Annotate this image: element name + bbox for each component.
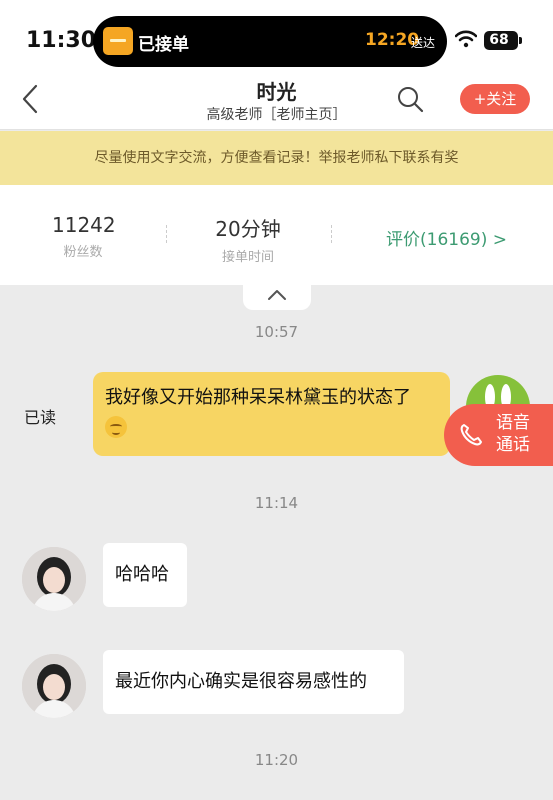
notice-banner: 尽量使用文字交流，方便查看记录！举报老师私下联系有奖 [0,131,553,185]
phone-icon [460,424,482,446]
voice-call-line1: 语音 [496,413,530,433]
rating-link[interactable]: 评价(16169) > [386,225,507,250]
package-icon [103,27,133,55]
teacher-portrait-icon [22,547,86,611]
status-bar: 11:30 已接单 12:20 送达 68 [0,0,553,80]
wifi-icon [455,30,477,48]
message-text: 最近你内心确实是很容易感性的 [115,671,367,692]
battery-tip [519,37,522,44]
message-bubble-incoming[interactable]: 最近你内心确实是很容易感性的 [103,650,404,714]
smirk-emoji-icon [105,416,127,438]
teacher-avatar[interactable] [22,547,86,611]
stat-divider [166,225,167,243]
island-label: 已接单 [138,35,189,55]
teacher-stats: 11242 粉丝数 20分钟 接单时间 评价(16169) > [0,185,553,285]
stat-divider [331,225,332,243]
fans-stat: 11242 粉丝数 [52,213,116,260]
message-text: 我好像又开始那种呆呆林黛玉的状态了 [105,387,411,408]
chat-header: 时光 高级老师［老师主页］ +关注 [0,70,553,130]
voice-call-label: 语音 通话 [496,412,540,456]
message-text: 哈哈哈 [115,564,169,585]
follow-button[interactable]: +关注 [460,84,530,114]
order-time-label: 接单时间 [221,250,274,265]
teacher-portrait-icon [22,654,86,718]
teacher-avatar[interactable] [22,654,86,718]
timestamp: 11:14 [254,494,299,512]
battery-level: 68 [489,32,509,48]
fans-label: 粉丝数 [63,245,103,260]
search-icon[interactable] [396,85,424,113]
voice-call-line2: 通话 [496,435,530,455]
timestamp: 11:20 [254,751,299,769]
order-time-stat: 20分钟 接单时间 [208,213,288,265]
status-time: 11:30 [26,28,97,53]
timestamp: 10:57 [254,323,299,341]
read-status: 已读 [24,408,57,427]
island-suffix: 送达 [411,36,436,50]
message-bubble-incoming[interactable]: 哈哈哈 [103,543,187,607]
order-time-value: 20分钟 [215,217,281,241]
chevron-up-icon [268,290,286,300]
dynamic-island[interactable]: 已接单 12:20 送达 [93,16,447,67]
voice-call-button[interactable]: 语音 通话 [444,404,553,466]
message-bubble-outgoing[interactable]: 我好像又开始那种呆呆林黛玉的状态了 [93,372,450,456]
battery-indicator: 68 [484,31,518,50]
collapse-stats-button[interactable] [243,280,311,310]
fans-count: 11242 [52,213,116,237]
